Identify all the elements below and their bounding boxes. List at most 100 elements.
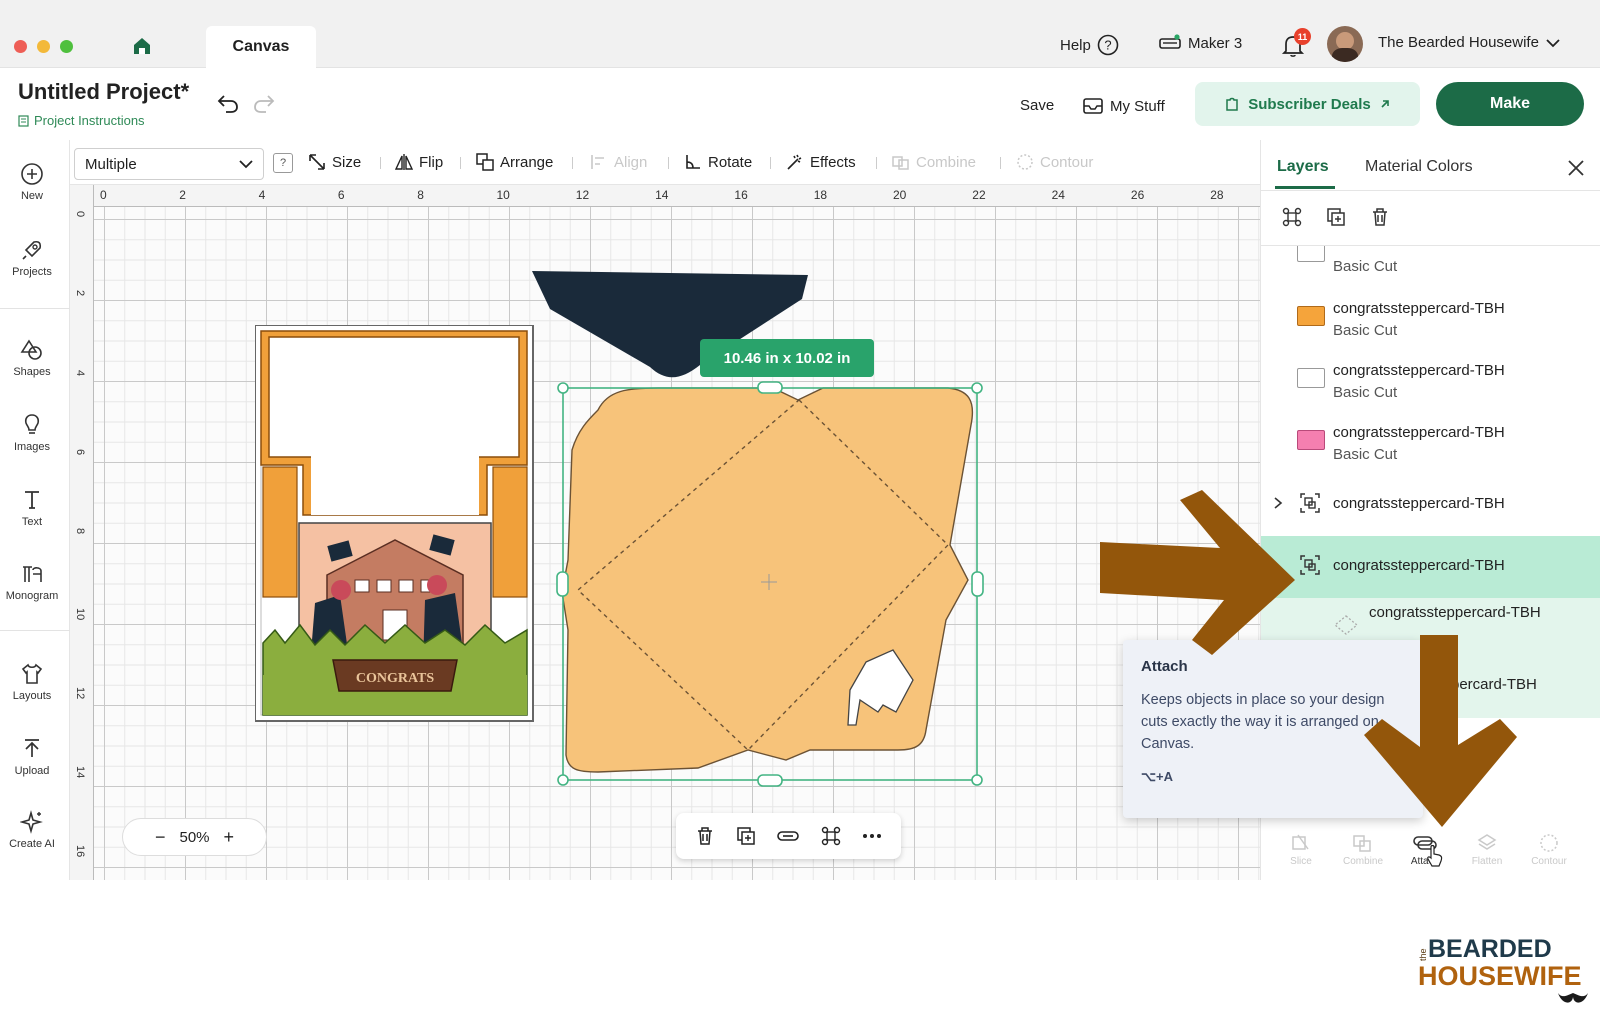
layer-row[interactable]: Basic Cut [1261,246,1600,286]
flatten-button[interactable]: Flatten [1462,833,1512,867]
zoom-out-button[interactable]: − [155,827,166,848]
tab-layers[interactable]: Layers [1277,158,1329,176]
arrange-icon [476,153,494,171]
nav-create-ai-label: Create AI [9,838,55,850]
group-icon[interactable] [820,825,842,847]
make-button[interactable]: Make [1436,82,1584,126]
nav-upload[interactable]: Upload [0,737,64,777]
close-window-button[interactable] [14,40,27,53]
undo-icon[interactable] [216,92,240,114]
toolbar-separator [460,157,461,169]
operation-select[interactable]: Multiple [74,148,264,180]
tag-icon [1226,97,1238,111]
save-button[interactable]: Save [1020,97,1054,114]
layer-group-row-selected[interactable]: congratssteppercard-TBH [1261,536,1600,598]
more-options-icon[interactable] [861,825,883,847]
project-title[interactable]: Untitled Project* [18,79,189,105]
trash-icon[interactable] [694,825,716,847]
combine-tool[interactable]: Combine [892,153,976,171]
zoom-control: − 50% + [122,818,267,856]
flip-icon [395,154,413,170]
ruler-x-label: 4 [258,188,266,202]
toolbar-separator [1000,157,1001,169]
nav-text[interactable]: Text [0,488,64,528]
tab-canvas-label: Canvas [232,38,290,55]
combine-icon [892,156,909,170]
align-tool[interactable]: Align [590,153,647,171]
arrange-tool-label: Arrange [500,153,554,171]
duplicate-icon[interactable] [1325,206,1347,228]
avatar[interactable] [1327,26,1363,62]
contour-button[interactable]: Contour [1524,833,1574,867]
inbox-icon [1083,98,1103,114]
layer-operation: Basic Cut [1333,446,1398,463]
slice-button[interactable]: Slice [1276,833,1326,867]
zoom-in-button[interactable]: + [224,827,235,848]
flip-tool[interactable]: Flip [395,153,443,171]
ruler-y-label: 14 [74,766,86,779]
align-tool-label: Align [614,153,648,171]
envelope-design-selected[interactable] [548,380,988,800]
help-button[interactable]: Help ? [1060,34,1119,56]
layer-name: congratssteppercard-TBH [1333,557,1505,574]
nav-projects[interactable]: Projects [0,238,64,278]
ruler-y-label: 12 [74,686,86,700]
group-icon[interactable] [1281,206,1303,228]
design-canvas[interactable]: 0 2 4 6 8 10 12 14 16 18 20 22 24 26 28 0 2 4 6 8 10 12 14 16 … [70,185,1260,880]
sparkle-icon [20,810,43,834]
ruler-x-label: 16 [734,188,748,202]
tab-canvas[interactable]: Canvas [206,26,316,68]
rocket-icon [22,240,42,260]
ruler-horizontal: 0 2 4 6 8 10 12 14 16 18 20 22 24 26 28 [70,185,1260,207]
nav-create-ai[interactable]: Create AI [0,810,64,850]
tab-material-colors[interactable]: Material Colors [1365,158,1473,176]
subscriber-deals-button[interactable]: Subscriber Deals [1195,82,1420,126]
operation-help-button[interactable]: ? [273,153,293,173]
ruler-x-label: 26 [1130,188,1145,202]
rotate-tool[interactable]: Rotate [684,153,752,171]
contour-icon [1017,154,1033,170]
arrange-tool[interactable]: Arrange [476,153,553,171]
project-instructions-link[interactable]: Project Instructions [18,113,145,128]
layer-row[interactable]: congratssteppercard-TBH Basic Cut [1261,288,1600,350]
nav-layouts[interactable]: Layouts [0,662,64,702]
contour-tool[interactable]: Contour [1016,153,1093,171]
layer-name: congratssteppercard-TBH [1333,424,1505,441]
machine-button[interactable]: Maker 3 [1158,34,1242,52]
effects-tool[interactable]: Effects [786,153,856,171]
flatten-icon [1477,834,1497,850]
minimize-window-button[interactable] [37,40,50,53]
maximize-window-button[interactable] [60,40,73,53]
layer-row[interactable]: congratssteppercard-TBH Basic Cut [1261,412,1600,474]
attach-icon[interactable] [776,825,800,847]
combine-button[interactable]: Combine [1338,833,1388,867]
duplicate-icon[interactable] [735,825,757,847]
save-label: Save [1020,97,1055,114]
logo-prefix: the [1418,948,1428,961]
resize-icon [309,154,325,170]
machine-icon [1159,34,1181,49]
layer-group-row[interactable]: congratssteppercard-TBH [1261,474,1600,536]
nav-shapes-label: Shapes [13,366,51,378]
zoom-level: 50% [179,828,210,846]
close-icon[interactable] [1566,158,1586,178]
redo-icon[interactable] [252,92,276,114]
group-layer-icon [1300,493,1320,513]
size-tool[interactable]: Size [308,153,361,171]
home-icon[interactable] [132,36,152,56]
hand-cursor-icon [1427,845,1443,867]
toolbar-separator [380,157,381,169]
nav-images[interactable]: Images [0,413,64,453]
account-menu[interactable]: The Bearded Housewife [1378,34,1561,51]
my-stuff-button[interactable]: My Stuff [1082,97,1165,115]
nav-shapes[interactable]: Shapes [0,338,64,378]
nav-monogram[interactable]: Monogram [0,562,64,602]
user-name: The Bearded Housewife [1378,34,1539,51]
trash-icon[interactable] [1369,206,1391,228]
notifications-button[interactable]: 11 [1280,28,1311,63]
congrats-card-design[interactable]: CONGRATS [255,325,535,723]
nav-new[interactable]: New [0,162,64,202]
size-tool-label: Size [332,153,362,171]
layer-row[interactable]: congratssteppercard-TBH Basic Cut [1261,350,1600,412]
nav-layouts-label: Layouts [12,690,52,702]
